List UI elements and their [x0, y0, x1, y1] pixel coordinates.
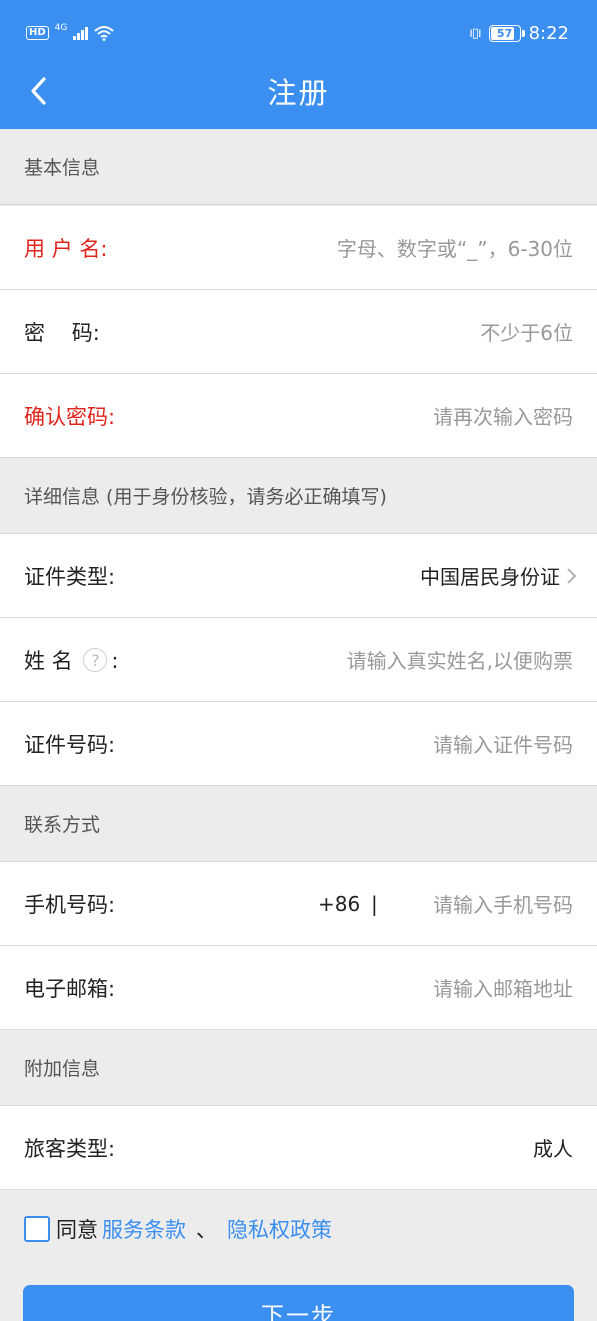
phone-input[interactable]: 请输入手机号码: [433, 889, 573, 918]
id-type-row[interactable]: 证件类型: 中国居民身份证: [0, 534, 597, 618]
signal-icon: [73, 26, 88, 40]
page-title: 注册: [267, 76, 330, 110]
section-contact: 联系方式: [0, 786, 597, 862]
passenger-type-label: 旅客类型:: [24, 1136, 116, 1161]
id-number-input[interactable]: 请输入证件号码: [433, 729, 573, 758]
id-type-label: 证件类型:: [24, 564, 116, 589]
email-label: 电子邮箱:: [24, 976, 116, 1001]
terms-link[interactable]: 服务条款: [102, 1214, 186, 1244]
confirm-password-input[interactable]: 请再次输入密码: [433, 401, 573, 430]
id-type-select[interactable]: 中国居民身份证: [420, 561, 577, 590]
username-input[interactable]: 字母、数字或“_”，6-30位: [337, 233, 573, 262]
hd-badge: HD: [26, 26, 49, 40]
chevron-right-icon: [566, 566, 577, 591]
username-label: 用 户 名:: [24, 236, 108, 261]
network-type: 4G: [54, 23, 68, 33]
section-basic-info: 基本信息: [0, 129, 597, 205]
register-screen: HD 4G ı▯ı 57 8:22 注册 基本信息 用 户 名: 字母、数字或“…: [0, 0, 597, 1321]
passenger-type-select[interactable]: 成人: [533, 1133, 573, 1162]
name-row[interactable]: 姓 名 ?: 请输入真实姓名,以便购票: [0, 618, 597, 702]
status-left: HD 4G: [26, 22, 114, 44]
agree-checkbox[interactable]: [24, 1216, 50, 1242]
id-number-label: 证件号码:: [24, 732, 116, 757]
username-row[interactable]: 用 户 名: 字母、数字或“_”，6-30位: [0, 206, 597, 290]
passenger-type-row[interactable]: 旅客类型: 成人: [0, 1106, 597, 1190]
name-label: 姓 名 ?:: [24, 647, 119, 673]
section-extra-info: 附加信息: [0, 1030, 597, 1106]
id-number-row[interactable]: 证件号码: 请输入证件号码: [0, 702, 597, 786]
vibrate-icon: ı▯ı: [469, 25, 481, 41]
id-type-value: 中国居民身份证: [420, 565, 560, 589]
battery-icon: 57: [488, 24, 525, 42]
status-right: ı▯ı 57 8:22: [469, 20, 569, 46]
email-input[interactable]: 请输入邮箱地址: [433, 973, 573, 1002]
agreement-row: 同意 服务条款 、 隐私权政策: [24, 1214, 336, 1244]
confirm-password-row[interactable]: 确认密码: 请再次输入密码: [0, 374, 597, 458]
confirm-password-label: 确认密码:: [24, 404, 116, 429]
password-input[interactable]: 不少于6位: [480, 317, 573, 346]
password-label: 密 码:: [24, 320, 100, 345]
help-icon[interactable]: ?: [83, 647, 108, 672]
country-code[interactable]: +86: [318, 892, 360, 916]
wifi-icon: [94, 25, 114, 41]
email-row[interactable]: 电子邮箱: 请输入邮箱地址: [0, 946, 597, 1030]
password-row[interactable]: 密 码: 不少于6位: [0, 290, 597, 374]
agree-prefix: 同意: [56, 1218, 98, 1242]
agreement-separator: 、: [196, 1218, 217, 1242]
status-time: 8:22: [528, 22, 569, 44]
next-button[interactable]: 下一步: [23, 1285, 574, 1321]
privacy-link[interactable]: 隐私权政策: [227, 1214, 332, 1244]
phone-row[interactable]: 手机号码: +86 | 请输入手机号码: [0, 862, 597, 946]
status-bar: HD 4G ı▯ı 57 8:22: [0, 0, 597, 62]
phone-divider: |: [371, 891, 378, 916]
name-input[interactable]: 请输入真实姓名,以便购票: [347, 645, 573, 674]
app-header: HD 4G ı▯ı 57 8:22 注册: [0, 0, 597, 129]
phone-label: 手机号码:: [24, 892, 116, 917]
section-detail-info: 详细信息 (用于身份核验，请务必正确填写): [0, 458, 597, 534]
